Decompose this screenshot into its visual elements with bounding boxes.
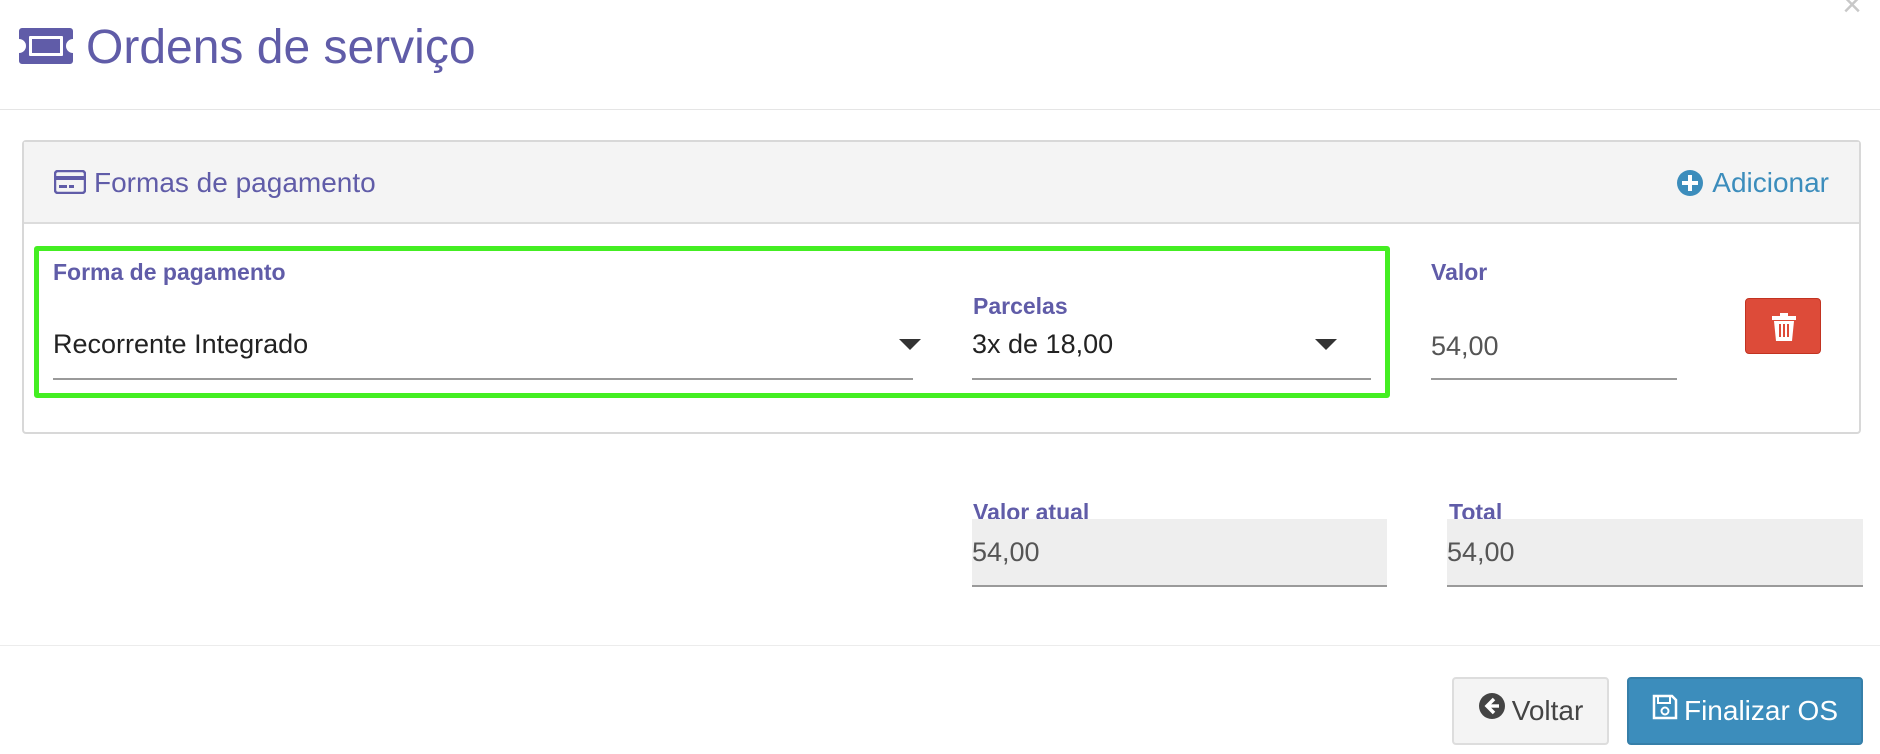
amount-label: Valor [1431, 259, 1488, 285]
payment-method-select[interactable]: Recorrente Integrado [53, 326, 921, 380]
trash-icon [1772, 313, 1796, 341]
chevron-down-icon [899, 339, 921, 350]
add-payment-button[interactable]: Adicionar [1676, 166, 1829, 200]
add-payment-label: Adicionar [1712, 167, 1829, 198]
finish-order-button[interactable]: Finalizar OS [1627, 677, 1863, 745]
payment-method-label: Forma de pagamento [53, 259, 286, 285]
modal-header: Ordens de serviço × [0, 0, 1880, 110]
close-button[interactable]: × [1842, 0, 1862, 22]
panel-heading: Formas de pagamento Adicionar [24, 142, 1859, 224]
chevron-down-icon [1315, 339, 1337, 350]
arrow-circle-left-icon [1478, 678, 1506, 744]
service-order-modal: Ordens de serviço × Formas de pagamento [0, 0, 1880, 754]
installments-value: 3x de 18,00 [972, 329, 1114, 359]
ticket-icon [18, 26, 74, 66]
save-icon [1652, 678, 1678, 744]
installments-select[interactable]: 3x de 18,00 [972, 326, 1371, 380]
back-label: Voltar [1511, 695, 1584, 726]
plus-circle-icon [1676, 169, 1704, 197]
total-field: 54,00 [1447, 519, 1863, 587]
current-value-field: 54,00 [972, 519, 1387, 587]
finish-order-label: Finalizar OS [1683, 695, 1839, 726]
installments-label: Parcelas [973, 293, 1068, 319]
amount-input[interactable]: 54,00 [1431, 328, 1677, 380]
back-button[interactable]: Voltar [1452, 677, 1609, 745]
panel-title: Formas de pagamento [94, 167, 376, 198]
delete-payment-button[interactable] [1745, 298, 1821, 354]
credit-card-icon [53, 169, 87, 195]
modal-title: Ordens de serviço [86, 21, 476, 74]
payment-method-value: Recorrente Integrado [53, 329, 309, 359]
footer-divider [0, 645, 1880, 646]
